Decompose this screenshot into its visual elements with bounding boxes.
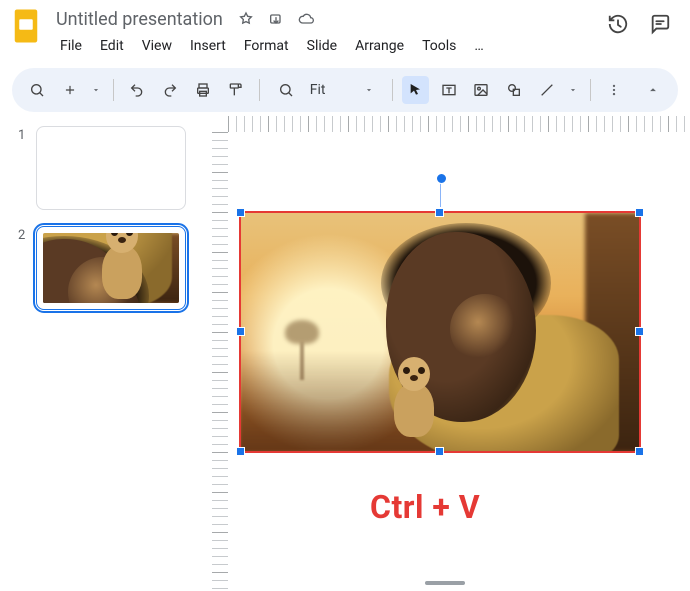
comments-icon[interactable] <box>648 12 672 36</box>
resize-handle-bm[interactable] <box>435 447 444 456</box>
slide-canvas[interactable] <box>240 212 640 452</box>
select-tool[interactable] <box>402 76 429 104</box>
resize-handle-ml[interactable] <box>236 327 245 336</box>
menu-view[interactable]: View <box>134 34 180 58</box>
menu-tools[interactable]: Tools <box>414 34 464 58</box>
speaker-notes-handle[interactable] <box>425 581 465 585</box>
undo-button[interactable] <box>124 76 151 104</box>
selection-outline <box>239 211 641 453</box>
line-tool[interactable] <box>533 76 560 104</box>
menu-file[interactable]: File <box>52 34 90 58</box>
redo-button[interactable] <box>157 76 184 104</box>
shape-tool[interactable] <box>501 76 528 104</box>
history-icon[interactable] <box>606 12 630 36</box>
menu-bar: File Edit View Insert Format Slide Arran… <box>52 34 598 58</box>
rotate-handle[interactable] <box>440 181 441 207</box>
menu-edit[interactable]: Edit <box>92 34 132 58</box>
paint-format-button[interactable] <box>222 76 249 104</box>
resize-handle-tl[interactable] <box>236 208 245 217</box>
ruler-horizontal <box>228 116 690 132</box>
star-icon[interactable] <box>237 10 255 28</box>
slides-logo[interactable] <box>8 6 44 46</box>
resize-handle-bl[interactable] <box>236 447 245 456</box>
thumb-number: 2 <box>18 226 28 243</box>
thumb-number: 1 <box>18 126 28 143</box>
new-slide-dropdown[interactable] <box>90 76 103 104</box>
menu-slide[interactable]: Slide <box>299 34 345 58</box>
thumbnail-image <box>43 233 179 303</box>
resize-handle-tr[interactable] <box>635 208 644 217</box>
zoom-label[interactable]: Fit <box>306 82 330 98</box>
zoom-dropdown[interactable] <box>336 76 380 104</box>
menu-format[interactable]: Format <box>236 34 297 58</box>
ruler-vertical <box>212 132 228 591</box>
canvas-area[interactable]: Ctrl + V <box>200 112 690 591</box>
move-icon[interactable] <box>267 10 285 28</box>
new-slide-button[interactable] <box>57 76 84 104</box>
toolbar: Fit <box>12 68 678 112</box>
more-tools-button[interactable] <box>601 76 628 104</box>
menu-insert[interactable]: Insert <box>182 34 234 58</box>
image-tool[interactable] <box>468 76 495 104</box>
search-button[interactable] <box>24 76 51 104</box>
slide-panel: 1 2 <box>0 112 200 591</box>
zoom-button[interactable] <box>272 76 300 104</box>
slide-thumbnail-2[interactable] <box>36 226 186 310</box>
line-dropdown[interactable] <box>566 76 579 104</box>
resize-handle-br[interactable] <box>635 447 644 456</box>
slide-thumbnail-1[interactable] <box>36 126 186 210</box>
resize-handle-tm[interactable] <box>435 208 444 217</box>
resize-handle-mr[interactable] <box>635 327 644 336</box>
collapse-toolbar-button[interactable] <box>639 76 666 104</box>
textbox-tool[interactable] <box>435 76 462 104</box>
menu-arrange[interactable]: Arrange <box>347 34 412 58</box>
doc-title[interactable]: Untitled presentation <box>52 8 227 31</box>
menu-more[interactable]: … <box>466 34 493 58</box>
cloud-status-icon[interactable] <box>297 10 315 28</box>
print-button[interactable] <box>189 76 216 104</box>
annotation-text: Ctrl + V <box>370 488 480 526</box>
